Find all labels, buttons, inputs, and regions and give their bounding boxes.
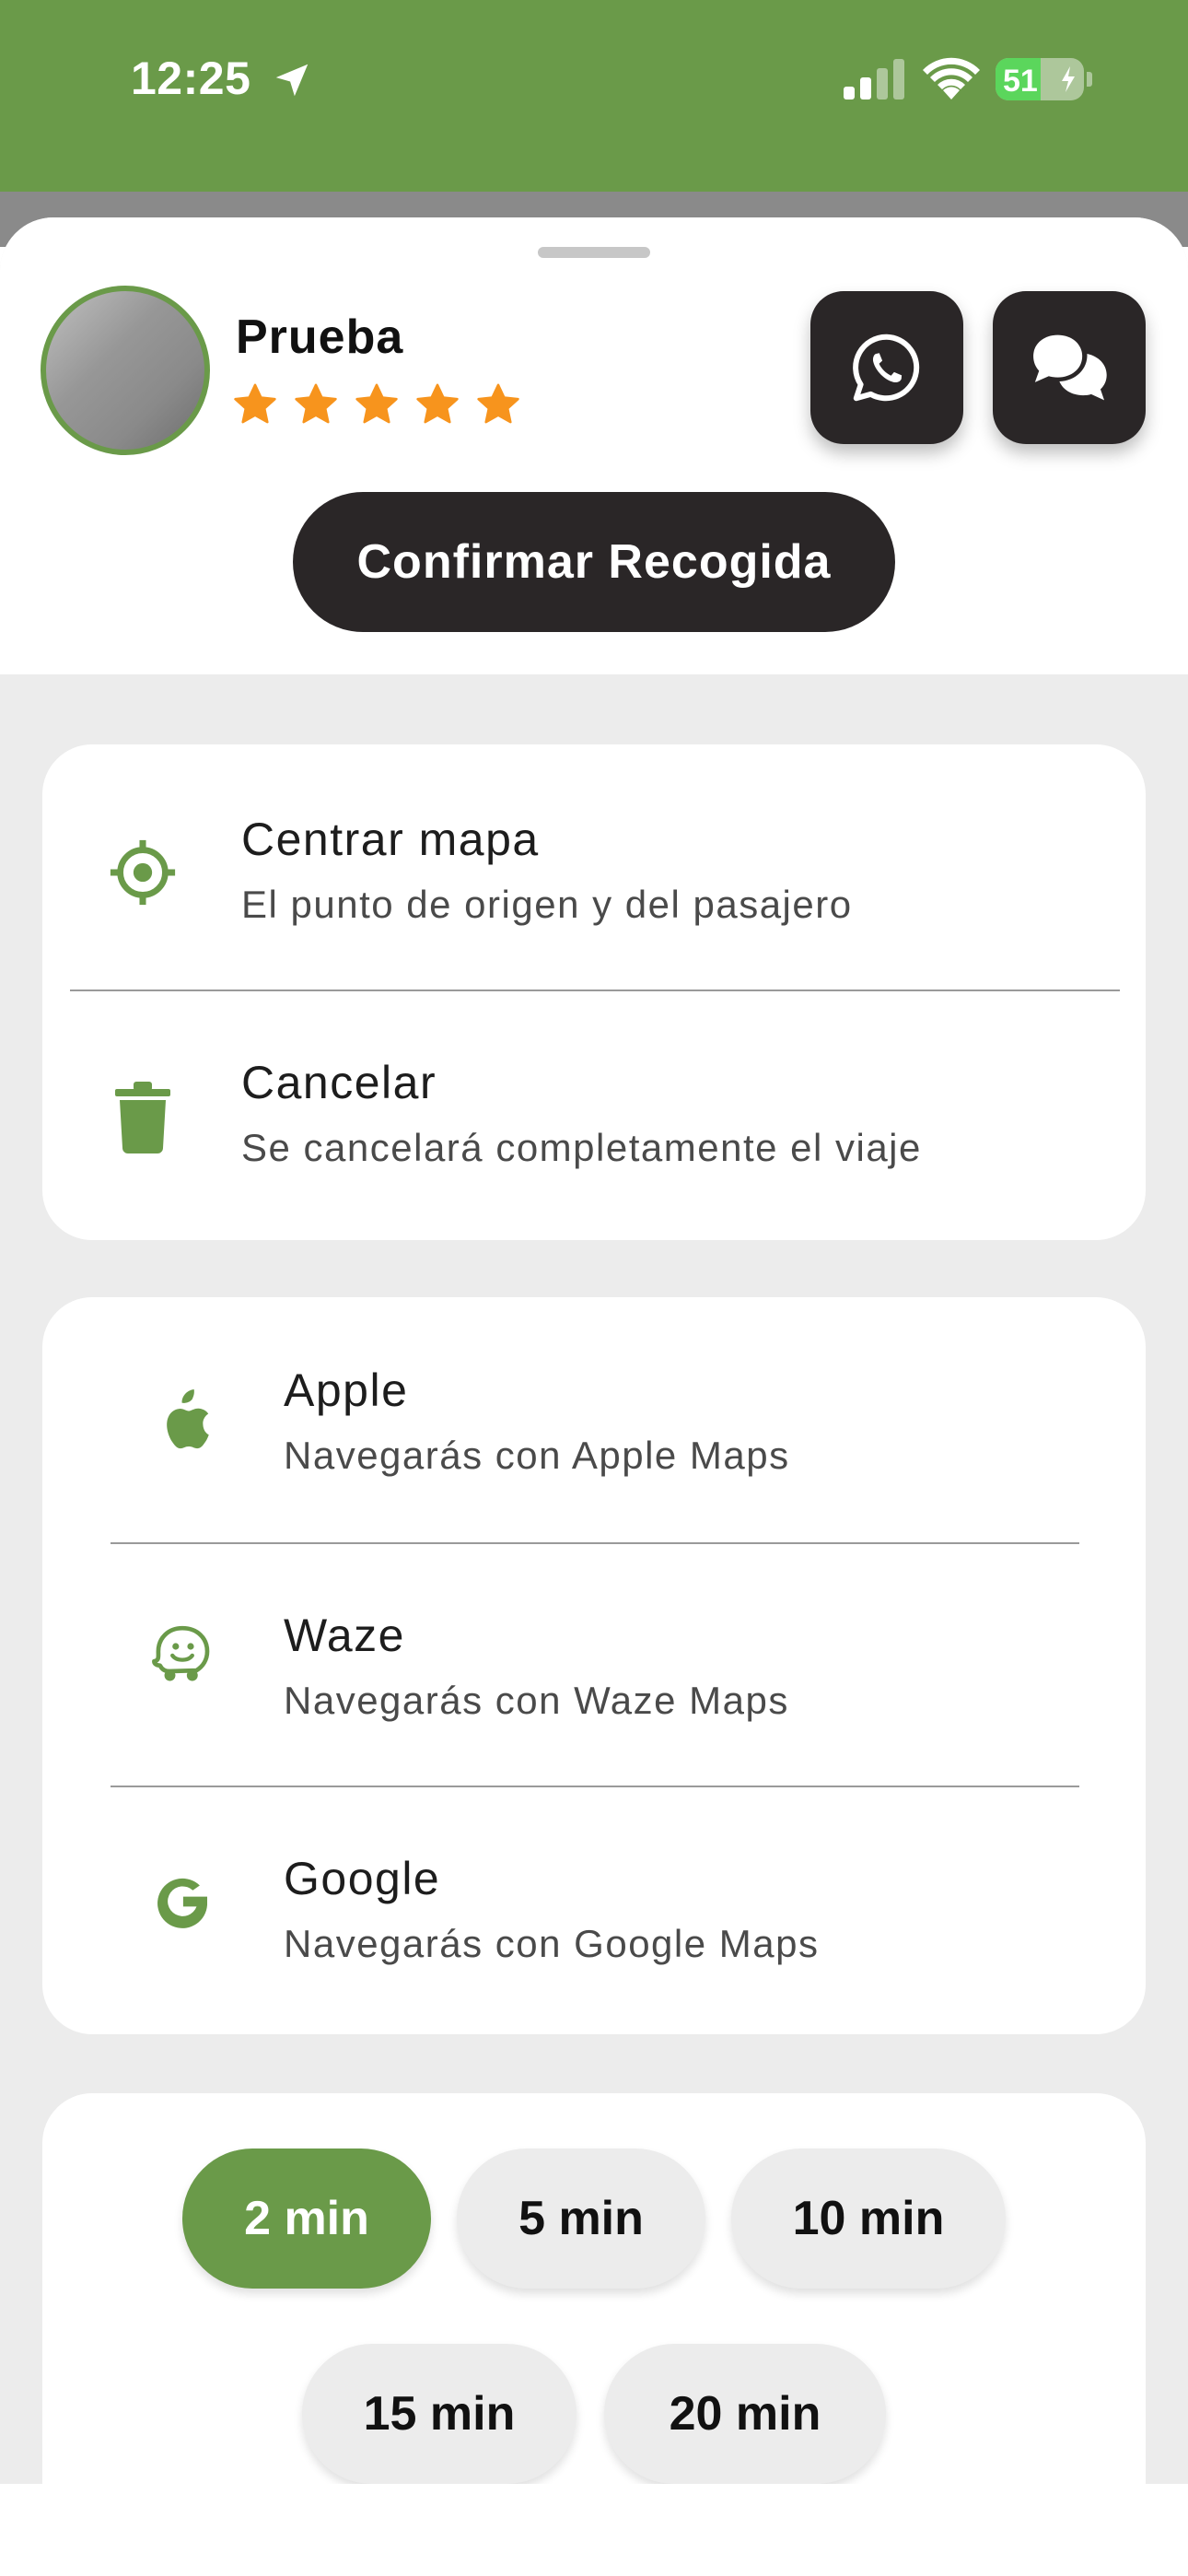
star-icon bbox=[234, 383, 276, 424]
bottom-safe-area bbox=[0, 2484, 1188, 2576]
rating-stars bbox=[232, 381, 521, 427]
time-chip-20min[interactable]: 20 min bbox=[604, 2344, 886, 2484]
nav-option-subtitle: Navegarás con Google Maps bbox=[284, 1922, 820, 1965]
cancel-trip-option[interactable]: Cancelar Se cancelará completamente el v… bbox=[42, 991, 1146, 1240]
google-maps-option[interactable]: Google Navegarás con Google Maps bbox=[42, 1787, 1146, 2034]
cellular-signal-icon bbox=[844, 59, 904, 100]
status-time: 12:25 bbox=[131, 53, 251, 104]
time-chip-10min[interactable]: 10 min bbox=[731, 2149, 1006, 2289]
whatsapp-icon bbox=[853, 334, 920, 402]
nav-option-title: Google bbox=[284, 1853, 441, 1904]
option-title: Centrar mapa bbox=[241, 814, 540, 865]
charging-bolt-icon bbox=[1062, 66, 1075, 92]
wifi-icon bbox=[923, 57, 980, 100]
time-chip-15min[interactable]: 15 min bbox=[302, 2344, 577, 2484]
star-icon bbox=[355, 383, 398, 424]
apple-maps-option[interactable]: Apple Navegarás con Apple Maps bbox=[42, 1297, 1146, 1542]
option-subtitle: El punto de origen y del pasajero bbox=[241, 883, 853, 926]
bottom-sheet: Prueba Confirmar Recogida Centrar mapa E… bbox=[0, 217, 1188, 2484]
waze-icon bbox=[152, 1625, 210, 1681]
status-bar: 12:25 51 bbox=[0, 0, 1188, 192]
chat-bubbles-icon bbox=[1033, 334, 1107, 401]
trip-options-card: Centrar mapa El punto de origen y del pa… bbox=[42, 744, 1146, 1240]
chat-button[interactable] bbox=[993, 291, 1146, 444]
battery-indicator: 51 bbox=[996, 58, 1084, 100]
google-icon bbox=[157, 1878, 207, 1928]
driver-name: Prueba bbox=[236, 310, 404, 364]
sheet-drag-handle[interactable] bbox=[538, 247, 650, 258]
nav-option-title: Waze bbox=[284, 1610, 405, 1661]
option-title: Cancelar bbox=[241, 1057, 437, 1108]
whatsapp-button[interactable] bbox=[810, 291, 963, 444]
time-chip-2min[interactable]: 2 min bbox=[182, 2149, 431, 2289]
apple-icon bbox=[167, 1389, 209, 1449]
star-icon bbox=[416, 383, 459, 424]
wait-time-card: 2 min 5 min 10 min 15 min 20 min bbox=[42, 2093, 1146, 2484]
star-icon bbox=[295, 383, 337, 424]
star-icon bbox=[477, 383, 519, 424]
location-arrow-icon bbox=[275, 64, 309, 97]
center-map-option[interactable]: Centrar mapa El punto de origen y del pa… bbox=[42, 744, 1146, 988]
trash-icon bbox=[115, 1082, 170, 1153]
battery-level: 51 bbox=[1003, 64, 1038, 99]
battery-cap bbox=[1087, 72, 1092, 87]
nav-option-subtitle: Navegarás con Apple Maps bbox=[284, 1434, 790, 1477]
navigation-apps-card: Apple Navegarás con Apple Maps Waze Nave… bbox=[42, 1297, 1146, 2034]
nav-option-subtitle: Navegarás con Waze Maps bbox=[284, 1679, 789, 1722]
waze-option[interactable]: Waze Navegarás con Waze Maps bbox=[42, 1544, 1146, 1786]
option-subtitle: Se cancelará completamente el viaje bbox=[241, 1126, 922, 1169]
driver-avatar bbox=[41, 286, 210, 455]
nav-option-title: Apple bbox=[284, 1364, 409, 1416]
confirm-pickup-button[interactable]: Confirmar Recogida bbox=[293, 492, 895, 632]
driver-header: Prueba Confirmar Recogida bbox=[0, 217, 1188, 674]
crosshair-icon bbox=[110, 839, 176, 906]
time-chip-5min[interactable]: 5 min bbox=[457, 2149, 705, 2289]
